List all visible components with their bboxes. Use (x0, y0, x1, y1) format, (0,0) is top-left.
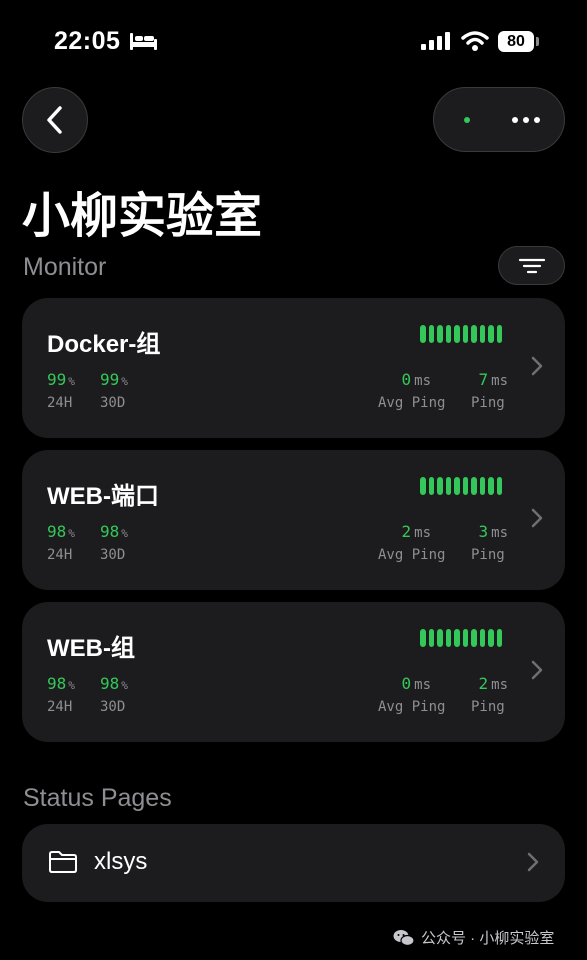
heartbeat-bar (479, 629, 485, 647)
folder-icon (49, 851, 77, 873)
avg-ping-value: 2 ms (401, 522, 432, 541)
chevron-right-icon (527, 852, 539, 872)
heartbeat-bar (454, 325, 460, 343)
chevron-left-icon (47, 106, 62, 134)
label-30d: 30D (100, 699, 126, 715)
action-pill (433, 87, 565, 152)
battery-tip (536, 37, 539, 46)
uptime-24h: 98% (47, 674, 75, 693)
monitor-name: WEB-端口 (47, 483, 159, 510)
heartbeat-bar (437, 477, 443, 495)
sleep-bed-icon (130, 33, 157, 50)
cellular-signal-icon (421, 32, 450, 50)
chevron-right-icon (531, 660, 543, 680)
label-30d: 30D (100, 395, 126, 411)
uptime-30d: 98% (100, 674, 128, 693)
heartbeat-bar (479, 477, 485, 495)
filter-icon (518, 258, 545, 273)
heartbeat-bar (471, 477, 477, 495)
label-30d: 30D (100, 547, 126, 563)
heartbeat-bar (420, 629, 426, 647)
ping-value: 3 ms (478, 522, 509, 541)
uptime-24h: 99% (47, 370, 75, 389)
battery-indicator: 80 (498, 31, 534, 52)
label-ping: Ping (471, 699, 505, 715)
status-dot-icon[interactable] (464, 117, 470, 123)
ping-value: 2 ms (478, 674, 509, 693)
monitor-section-label: Monitor (23, 253, 107, 281)
heartbeat-bar (496, 325, 502, 343)
heartbeat-bar (437, 629, 443, 647)
heartbeat-bar (445, 629, 451, 647)
heartbeat-bar (462, 629, 468, 647)
wifi-icon (461, 31, 489, 51)
uptime-30d: 99% (100, 370, 128, 389)
monitor-name: Docker-组 (47, 331, 161, 358)
heartbeat-bars (420, 477, 502, 495)
page-title: 小柳实验室 (22, 190, 263, 243)
heartbeat-bar (445, 477, 451, 495)
heartbeat-bar (437, 325, 443, 343)
monitor-card[interactable]: WEB-端口 98% 98% 24H 30D 2 ms 3 ms Avg Ping Ping (22, 450, 565, 590)
heartbeat-bar (428, 629, 434, 647)
avg-ping-value: 0 ms (401, 674, 432, 693)
uptime-30d: 98% (100, 522, 128, 541)
heartbeat-bar (428, 325, 434, 343)
uptime-24h: 98% (47, 522, 75, 541)
heartbeat-bar (445, 325, 451, 343)
heartbeat-bar (454, 477, 460, 495)
heartbeat-bar (420, 325, 426, 343)
heartbeat-bars (420, 325, 502, 343)
heartbeat-bar (488, 325, 494, 343)
filter-button[interactable] (498, 246, 565, 285)
watermark-text: 公众号 · 小柳实验室 (421, 930, 555, 947)
heartbeat-bar (462, 477, 468, 495)
ping-value: 7 ms (478, 370, 509, 389)
heartbeat-bar (462, 325, 468, 343)
heartbeat-bar (496, 477, 502, 495)
chevron-right-icon (531, 508, 543, 528)
label-24h: 24H (47, 395, 73, 411)
heartbeat-bar (471, 325, 477, 343)
more-options-icon[interactable] (512, 117, 540, 123)
heartbeat-bar (496, 629, 502, 647)
label-avg-ping: Avg Ping (378, 547, 446, 563)
back-button[interactable] (22, 87, 88, 153)
label-24h: 24H (47, 699, 73, 715)
status-pages-section-label: Status Pages (23, 784, 172, 812)
label-ping: Ping (471, 547, 505, 563)
status-page-name: xlsys (94, 848, 148, 875)
heartbeat-bar (479, 325, 485, 343)
heartbeat-bars (420, 629, 502, 647)
heartbeat-bar (471, 629, 477, 647)
status-time: 22:05 (54, 27, 121, 55)
label-ping: Ping (471, 395, 505, 411)
monitor-card[interactable]: Docker-组 99% 99% 24H 30D 0 ms 7 ms Avg Ping Ping (22, 298, 565, 438)
status-page-item[interactable]: xlsys (22, 824, 565, 902)
heartbeat-bar (420, 477, 426, 495)
heartbeat-bar (488, 477, 494, 495)
heartbeat-bar (454, 629, 460, 647)
monitor-card[interactable]: WEB-组 98% 98% 24H 30D 0 ms 2 ms Avg Ping Ping (22, 602, 565, 742)
avg-ping-value: 0 ms (401, 370, 432, 389)
heartbeat-bar (488, 629, 494, 647)
heartbeat-bar (428, 477, 434, 495)
label-24h: 24H (47, 547, 73, 563)
chevron-right-icon (531, 356, 543, 376)
monitor-name: WEB-组 (47, 635, 135, 662)
watermark: 公众号 · 小柳实验室 (393, 927, 554, 948)
label-avg-ping: Avg Ping (378, 699, 446, 715)
wechat-icon (393, 929, 415, 946)
label-avg-ping: Avg Ping (378, 395, 446, 411)
